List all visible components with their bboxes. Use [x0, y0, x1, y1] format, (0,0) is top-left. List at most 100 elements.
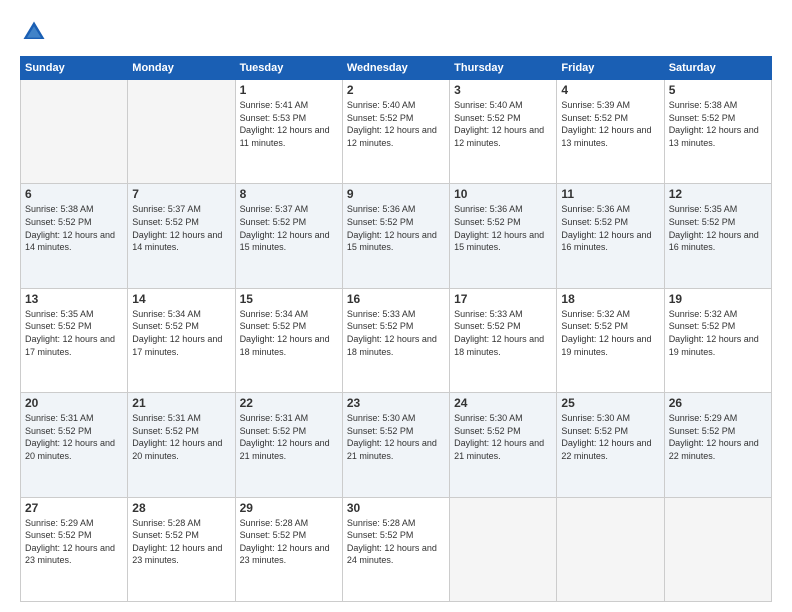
daylight-label: Daylight: 12 hours and 15 minutes. [454, 230, 544, 253]
day-info: Sunrise: 5:33 AM Sunset: 5:52 PM Dayligh… [347, 308, 445, 358]
calendar-day-cell [664, 497, 771, 601]
calendar-day-cell: 25 Sunrise: 5:30 AM Sunset: 5:52 PM Dayl… [557, 393, 664, 497]
sunrise-label: Sunrise: 5:38 AM [25, 204, 94, 214]
sunset-label: Sunset: 5:52 PM [347, 321, 414, 331]
sunset-label: Sunset: 5:52 PM [669, 217, 736, 227]
day-number: 9 [347, 187, 445, 201]
column-header-tuesday: Tuesday [235, 57, 342, 80]
calendar-day-cell: 14 Sunrise: 5:34 AM Sunset: 5:52 PM Dayl… [128, 288, 235, 392]
daylight-label: Daylight: 12 hours and 21 minutes. [454, 438, 544, 461]
sunset-label: Sunset: 5:52 PM [240, 321, 307, 331]
header [20, 18, 772, 46]
calendar-day-cell: 30 Sunrise: 5:28 AM Sunset: 5:52 PM Dayl… [342, 497, 449, 601]
sunrise-label: Sunrise: 5:34 AM [132, 309, 201, 319]
calendar-day-cell: 23 Sunrise: 5:30 AM Sunset: 5:52 PM Dayl… [342, 393, 449, 497]
day-number: 8 [240, 187, 338, 201]
day-info: Sunrise: 5:35 AM Sunset: 5:52 PM Dayligh… [25, 308, 123, 358]
calendar-header-row: SundayMondayTuesdayWednesdayThursdayFrid… [21, 57, 772, 80]
calendar-day-cell [557, 497, 664, 601]
logo-icon [20, 18, 48, 46]
day-info: Sunrise: 5:29 AM Sunset: 5:52 PM Dayligh… [25, 517, 123, 567]
day-info: Sunrise: 5:36 AM Sunset: 5:52 PM Dayligh… [454, 203, 552, 253]
sunset-label: Sunset: 5:52 PM [669, 113, 736, 123]
sunrise-label: Sunrise: 5:31 AM [132, 413, 201, 423]
day-info: Sunrise: 5:40 AM Sunset: 5:52 PM Dayligh… [347, 99, 445, 149]
day-info: Sunrise: 5:36 AM Sunset: 5:52 PM Dayligh… [561, 203, 659, 253]
calendar-week-row: 13 Sunrise: 5:35 AM Sunset: 5:52 PM Dayl… [21, 288, 772, 392]
sunrise-label: Sunrise: 5:31 AM [240, 413, 309, 423]
day-number: 2 [347, 83, 445, 97]
day-info: Sunrise: 5:38 AM Sunset: 5:52 PM Dayligh… [25, 203, 123, 253]
calendar-day-cell [128, 80, 235, 184]
day-number: 18 [561, 292, 659, 306]
calendar-table: SundayMondayTuesdayWednesdayThursdayFrid… [20, 56, 772, 602]
calendar-week-row: 6 Sunrise: 5:38 AM Sunset: 5:52 PM Dayli… [21, 184, 772, 288]
calendar-day-cell: 15 Sunrise: 5:34 AM Sunset: 5:52 PM Dayl… [235, 288, 342, 392]
sunrise-label: Sunrise: 5:37 AM [132, 204, 201, 214]
sunset-label: Sunset: 5:52 PM [347, 217, 414, 227]
sunset-label: Sunset: 5:52 PM [454, 217, 521, 227]
day-info: Sunrise: 5:30 AM Sunset: 5:52 PM Dayligh… [561, 412, 659, 462]
daylight-label: Daylight: 12 hours and 18 minutes. [240, 334, 330, 357]
column-header-sunday: Sunday [21, 57, 128, 80]
day-info: Sunrise: 5:30 AM Sunset: 5:52 PM Dayligh… [347, 412, 445, 462]
sunset-label: Sunset: 5:52 PM [669, 426, 736, 436]
sunrise-label: Sunrise: 5:28 AM [132, 518, 201, 528]
sunset-label: Sunset: 5:52 PM [454, 113, 521, 123]
day-number: 4 [561, 83, 659, 97]
calendar-day-cell: 26 Sunrise: 5:29 AM Sunset: 5:52 PM Dayl… [664, 393, 771, 497]
calendar-day-cell: 13 Sunrise: 5:35 AM Sunset: 5:52 PM Dayl… [21, 288, 128, 392]
sunrise-label: Sunrise: 5:41 AM [240, 100, 309, 110]
sunrise-label: Sunrise: 5:38 AM [669, 100, 738, 110]
sunrise-label: Sunrise: 5:37 AM [240, 204, 309, 214]
calendar-day-cell: 9 Sunrise: 5:36 AM Sunset: 5:52 PM Dayli… [342, 184, 449, 288]
day-number: 6 [25, 187, 123, 201]
calendar-day-cell: 12 Sunrise: 5:35 AM Sunset: 5:52 PM Dayl… [664, 184, 771, 288]
daylight-label: Daylight: 12 hours and 17 minutes. [132, 334, 222, 357]
day-number: 29 [240, 501, 338, 515]
daylight-label: Daylight: 12 hours and 23 minutes. [25, 543, 115, 566]
daylight-label: Daylight: 12 hours and 15 minutes. [347, 230, 437, 253]
sunset-label: Sunset: 5:52 PM [132, 426, 199, 436]
day-number: 1 [240, 83, 338, 97]
sunset-label: Sunset: 5:52 PM [25, 530, 92, 540]
day-info: Sunrise: 5:39 AM Sunset: 5:52 PM Dayligh… [561, 99, 659, 149]
daylight-label: Daylight: 12 hours and 12 minutes. [347, 125, 437, 148]
calendar-week-row: 27 Sunrise: 5:29 AM Sunset: 5:52 PM Dayl… [21, 497, 772, 601]
daylight-label: Daylight: 12 hours and 18 minutes. [454, 334, 544, 357]
daylight-label: Daylight: 12 hours and 14 minutes. [132, 230, 222, 253]
sunrise-label: Sunrise: 5:36 AM [454, 204, 523, 214]
sunrise-label: Sunrise: 5:33 AM [454, 309, 523, 319]
day-info: Sunrise: 5:28 AM Sunset: 5:52 PM Dayligh… [347, 517, 445, 567]
day-number: 15 [240, 292, 338, 306]
day-number: 21 [132, 396, 230, 410]
sunrise-label: Sunrise: 5:40 AM [454, 100, 523, 110]
sunset-label: Sunset: 5:52 PM [347, 426, 414, 436]
daylight-label: Daylight: 12 hours and 17 minutes. [25, 334, 115, 357]
day-number: 24 [454, 396, 552, 410]
day-info: Sunrise: 5:31 AM Sunset: 5:52 PM Dayligh… [132, 412, 230, 462]
daylight-label: Daylight: 12 hours and 23 minutes. [132, 543, 222, 566]
column-header-wednesday: Wednesday [342, 57, 449, 80]
day-info: Sunrise: 5:31 AM Sunset: 5:52 PM Dayligh… [240, 412, 338, 462]
day-info: Sunrise: 5:40 AM Sunset: 5:52 PM Dayligh… [454, 99, 552, 149]
calendar-week-row: 20 Sunrise: 5:31 AM Sunset: 5:52 PM Dayl… [21, 393, 772, 497]
day-number: 19 [669, 292, 767, 306]
sunset-label: Sunset: 5:52 PM [347, 530, 414, 540]
calendar-week-row: 1 Sunrise: 5:41 AM Sunset: 5:53 PM Dayli… [21, 80, 772, 184]
day-number: 23 [347, 396, 445, 410]
sunset-label: Sunset: 5:52 PM [132, 530, 199, 540]
day-info: Sunrise: 5:28 AM Sunset: 5:52 PM Dayligh… [240, 517, 338, 567]
sunrise-label: Sunrise: 5:30 AM [454, 413, 523, 423]
day-info: Sunrise: 5:37 AM Sunset: 5:52 PM Dayligh… [240, 203, 338, 253]
day-number: 12 [669, 187, 767, 201]
sunset-label: Sunset: 5:52 PM [347, 113, 414, 123]
sunset-label: Sunset: 5:52 PM [454, 321, 521, 331]
day-number: 13 [25, 292, 123, 306]
day-number: 17 [454, 292, 552, 306]
day-number: 26 [669, 396, 767, 410]
day-info: Sunrise: 5:37 AM Sunset: 5:52 PM Dayligh… [132, 203, 230, 253]
sunset-label: Sunset: 5:52 PM [240, 217, 307, 227]
day-info: Sunrise: 5:35 AM Sunset: 5:52 PM Dayligh… [669, 203, 767, 253]
calendar-day-cell: 27 Sunrise: 5:29 AM Sunset: 5:52 PM Dayl… [21, 497, 128, 601]
